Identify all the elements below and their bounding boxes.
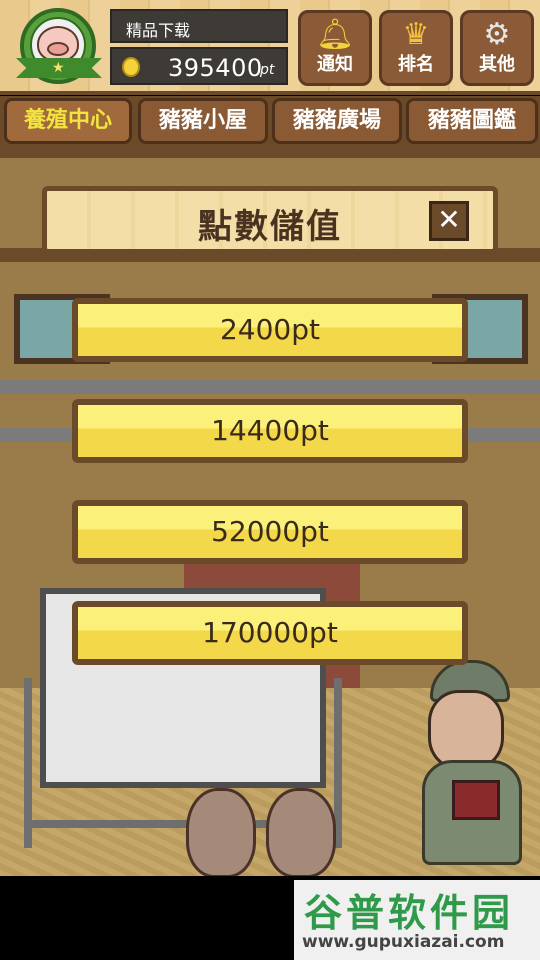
pig-snout: [47, 42, 69, 56]
username: 精品下载: [126, 21, 191, 40]
other-label: 其他: [479, 54, 515, 75]
ranking-label: 排名: [398, 54, 434, 75]
other-button[interactable]: ⚙ 其他: [460, 10, 534, 86]
notice-button[interactable]: 🔔︎ 通知: [298, 10, 372, 86]
farmer-head: [428, 690, 504, 770]
watermark: 谷普软件园 www.gupuxiazai.com: [294, 880, 540, 960]
pig-character[interactable]: [266, 788, 336, 876]
gear-icon: ⚙: [483, 17, 511, 52]
ranking-button[interactable]: ♛ 排名: [379, 10, 453, 86]
topup-option-14400[interactable]: 14400pt: [72, 399, 468, 463]
coin-icon: [122, 57, 140, 77]
username-box: 精品下载: [110, 9, 288, 43]
book-icon: [452, 780, 500, 820]
watermark-url: www.gupuxiazai.com: [302, 932, 505, 952]
star-icon: ★: [52, 60, 65, 76]
points-unit: pt: [260, 62, 275, 78]
topup-option-170000[interactable]: 170000pt: [72, 601, 468, 665]
tab-pig-house[interactable]: 豬豬小屋: [138, 98, 268, 144]
tab-label: 豬豬廣場: [292, 108, 381, 133]
tab-pig-plaza[interactable]: 豬豬廣場: [272, 98, 402, 144]
points-topup-modal-header: 點數儲值 ✕: [42, 186, 498, 254]
farmer-character: [418, 660, 528, 865]
tab-breeding-center[interactable]: 養殖中心: [4, 98, 132, 144]
close-icon[interactable]: ✕: [429, 201, 469, 241]
metal-rail: [0, 380, 540, 394]
points-box: 395400 pt: [110, 47, 288, 85]
crown-icon: ♛: [402, 17, 430, 52]
topup-option-2400[interactable]: 2400pt: [72, 298, 468, 362]
top-bar: ★ 精品下载 395400 pt 🔔︎ 通知 ♛ 排名 ⚙ 其他: [0, 0, 540, 95]
bell-icon: 🔔︎: [315, 17, 355, 52]
topup-option-52000[interactable]: 52000pt: [72, 500, 468, 564]
points-value: 395400: [168, 54, 263, 82]
tab-pig-encyclopedia[interactable]: 豬豬圖鑑: [406, 98, 538, 144]
tab-label: 豬豬小屋: [158, 108, 247, 133]
modal-title: 點數儲值: [198, 207, 342, 247]
tab-label: 養殖中心: [23, 108, 112, 133]
tab-label: 豬豬圖鑑: [427, 108, 516, 133]
notice-label: 通知: [317, 54, 353, 75]
roof-beam: [0, 148, 540, 158]
tab-bar: 養殖中心 豬豬小屋 豬豬廣場 豬豬圖鑑: [0, 96, 540, 148]
pig-character[interactable]: [186, 788, 256, 876]
watermark-title: 谷普软件园: [304, 891, 515, 935]
player-avatar[interactable]: ★: [16, 8, 102, 86]
